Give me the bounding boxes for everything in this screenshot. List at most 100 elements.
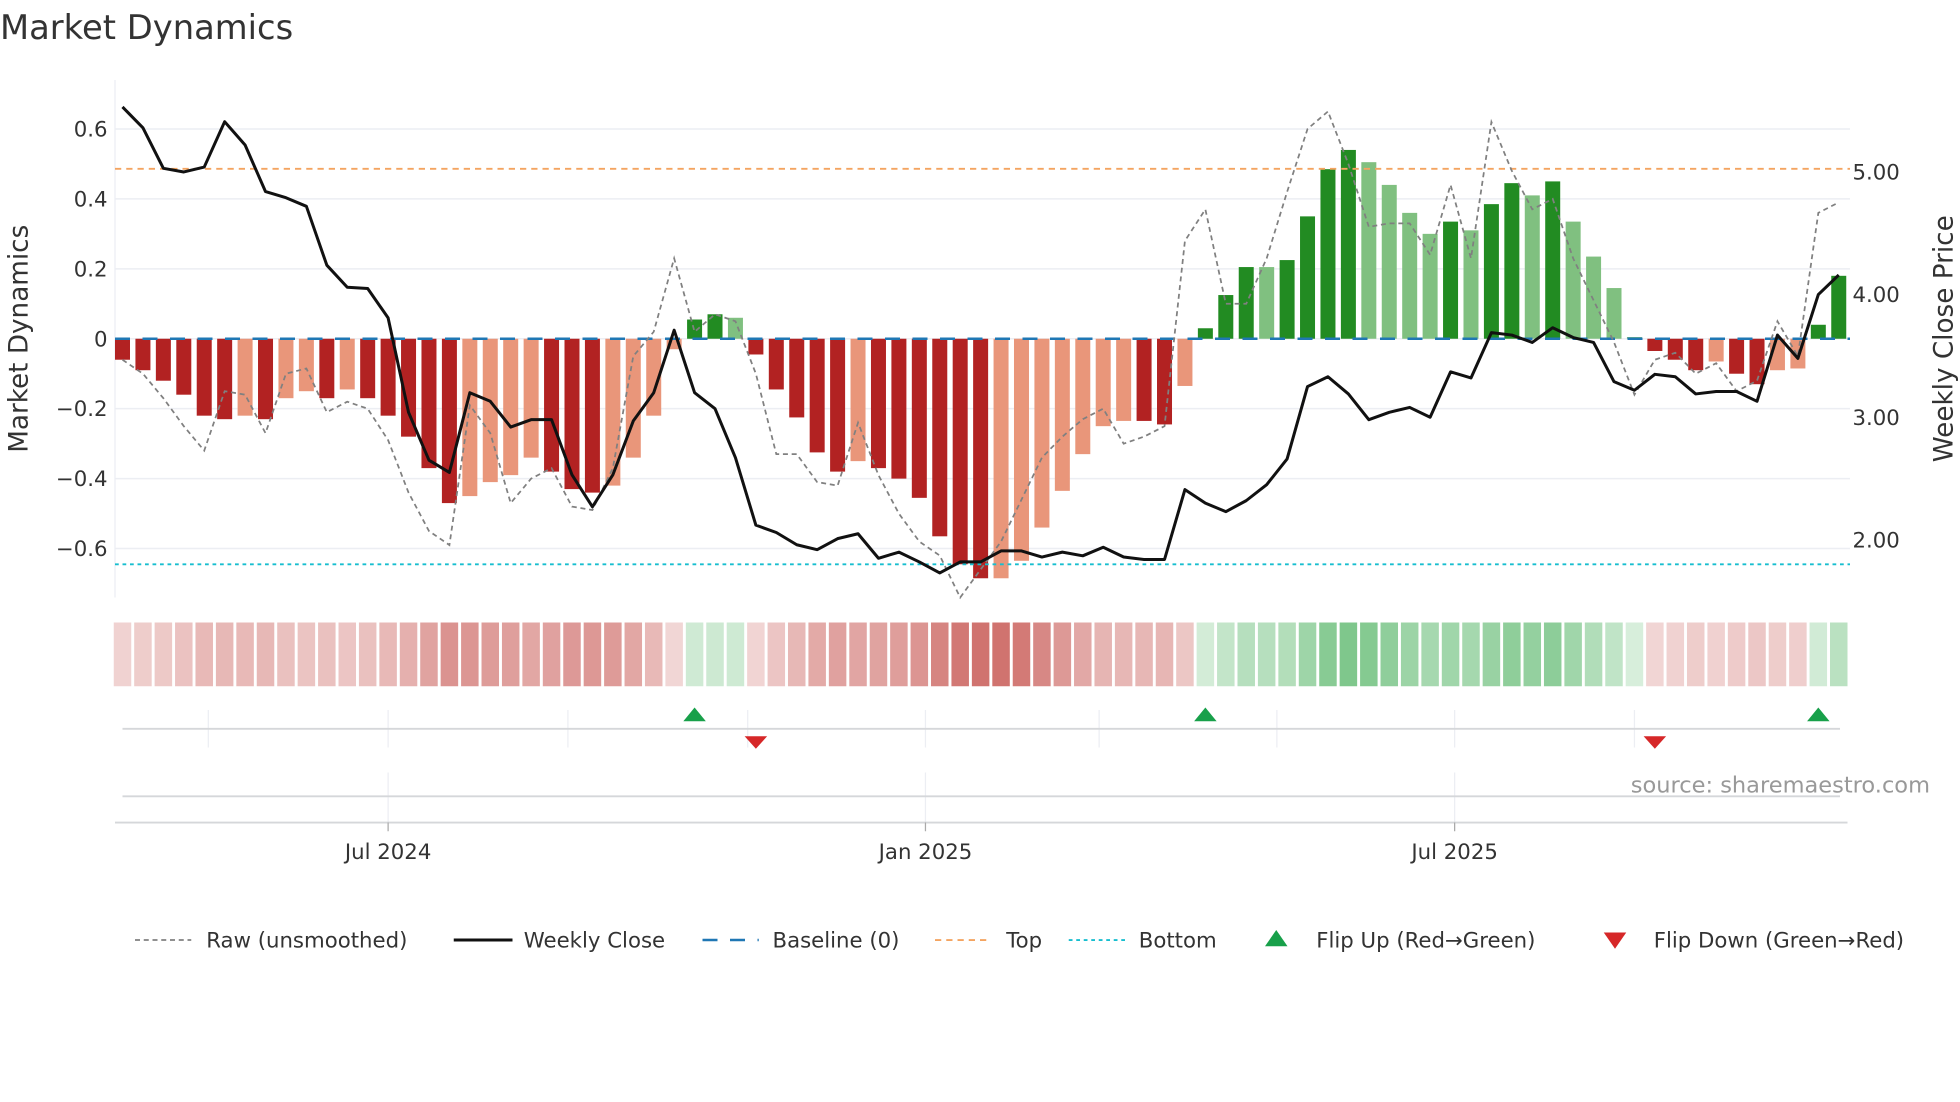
- dynamics-bar: [1340, 149, 1356, 339]
- dynamics-bar: [1218, 295, 1234, 339]
- heat-strip-cell: [1584, 622, 1603, 687]
- heat-strip-cell: [1543, 622, 1562, 687]
- market-dynamics-chart: Market Dynamics Market Dynamics Weekly C…: [0, 8, 1960, 954]
- dynamics-bar: [952, 338, 968, 565]
- legend-label: Flip Up (Red→Green): [1316, 929, 1535, 954]
- dynamics-bar: [1483, 204, 1499, 339]
- dynamics-bar: [1116, 338, 1132, 421]
- dynamics-bar: [1524, 195, 1540, 339]
- y-tick-label: 0: [94, 327, 108, 352]
- dynamics-bar: [870, 338, 886, 469]
- dynamics-bar: [196, 338, 212, 416]
- legend-flip-up-icon: [1265, 930, 1288, 947]
- chart-title: Market Dynamics: [0, 8, 293, 47]
- legend-flip-down-icon: [1603, 932, 1627, 949]
- dynamics-bar: [748, 338, 764, 355]
- dynamics-bar: [503, 338, 519, 476]
- legend-label: Top: [1005, 929, 1042, 954]
- heat-strip-cell: [277, 622, 295, 687]
- dynamics-bar: [584, 338, 600, 493]
- dynamics-bar: [1177, 338, 1193, 386]
- y2-tick-label: 3.00: [1853, 406, 1900, 431]
- heat-strip-cell: [256, 622, 275, 687]
- heat-strip-cell: [1278, 622, 1296, 687]
- heat-strip-cell: [501, 622, 520, 687]
- heat-strip-cell: [971, 622, 990, 687]
- heat-strip-cell: [1727, 622, 1746, 687]
- heat-strip-cell: [1789, 622, 1807, 687]
- heat-strip-cell: [522, 622, 540, 687]
- flip-up-marker: [1194, 707, 1217, 722]
- flip-up-marker: [1807, 707, 1830, 722]
- heat-strip-cell: [481, 622, 500, 687]
- heat-strip-cell: [1830, 622, 1848, 687]
- y-tick-label: −0.6: [56, 537, 108, 562]
- dynamics-bar: [380, 338, 396, 416]
- flip-up-marker: [683, 707, 706, 722]
- y-tick-label: −0.2: [56, 397, 108, 422]
- heat-strip-cell: [113, 622, 132, 687]
- y-tick-label: 0.2: [74, 257, 108, 282]
- heat-strip-cell: [1482, 622, 1501, 687]
- heat-strip-cell: [1523, 622, 1542, 687]
- heat-strip-cell: [358, 622, 377, 687]
- x-tick-label: Jan 2025: [877, 840, 973, 865]
- dynamics-bar: [1688, 338, 1704, 371]
- y-tick-label: 0.4: [74, 187, 108, 212]
- dynamics-bar: [258, 338, 274, 420]
- legend-label: Bottom: [1139, 929, 1217, 954]
- dynamics-bar: [176, 338, 192, 395]
- dynamics-bar: [482, 338, 498, 483]
- dynamics-bar: [1443, 221, 1459, 339]
- dynamics-bar: [1647, 338, 1663, 351]
- dynamics-bar: [1729, 338, 1745, 374]
- dynamics-bar: [1136, 338, 1152, 421]
- dynamics-bar: [993, 338, 1009, 579]
- heat-strip-cell: [440, 622, 459, 687]
- dynamics-bar: [339, 338, 355, 390]
- heat-strip-cell: [1155, 622, 1174, 687]
- heat-strip-cell: [931, 622, 949, 687]
- heat-strip-cell: [747, 622, 765, 687]
- y-tick-label: −0.4: [56, 467, 108, 492]
- dynamics-bar: [523, 338, 539, 458]
- heat-strip-cell: [726, 622, 745, 687]
- heat-strip-cell: [1217, 622, 1235, 687]
- heat-strip-cell: [1380, 622, 1399, 687]
- heat-strip-cell: [1686, 622, 1705, 687]
- dynamics-bar: [1463, 230, 1479, 339]
- heat-strip-cell: [706, 622, 724, 687]
- dynamics-bar: [319, 338, 335, 399]
- heat-strip-cell: [1768, 622, 1787, 687]
- dynamics-bar: [1831, 275, 1847, 339]
- heat-strip-cell: [1074, 622, 1092, 687]
- heat-strip-cell: [1748, 622, 1766, 687]
- heat-strip-cell: [604, 622, 622, 687]
- dynamics-bar: [1667, 338, 1683, 360]
- heat-strip-cell: [992, 622, 1010, 687]
- dynamics-bar: [115, 338, 130, 360]
- dynamics-bar: [932, 338, 948, 537]
- heat-strip-cell: [1114, 622, 1133, 687]
- dynamics-bar: [1013, 338, 1029, 561]
- heat-strip-cell: [195, 622, 213, 687]
- y-axis-label: Market Dynamics: [5, 225, 35, 453]
- dynamics-bar: [1708, 338, 1724, 362]
- y-tick-label: 0.6: [74, 117, 108, 142]
- heat-strip-cell: [808, 622, 826, 687]
- dynamics-bar: [1197, 328, 1213, 339]
- heat-strip-cell: [542, 622, 561, 687]
- dynamics-bar: [1034, 338, 1050, 528]
- heat-strip-cell: [1400, 622, 1419, 687]
- heat-strip-cell: [1605, 622, 1623, 687]
- dynamics-bar: [973, 338, 989, 579]
- heat-strip-cell: [236, 622, 254, 687]
- y2-tick-label: 4.00: [1853, 283, 1900, 308]
- heat-strip-cell: [1707, 622, 1725, 687]
- dynamics-bar: [1545, 181, 1561, 339]
- heat-strip-cell: [461, 622, 479, 687]
- x-tick-label: Jul 2025: [1409, 840, 1497, 865]
- heat-strip-cell: [1462, 622, 1480, 687]
- heat-strip-cell: [175, 622, 193, 687]
- dynamics-bar: [1075, 338, 1091, 455]
